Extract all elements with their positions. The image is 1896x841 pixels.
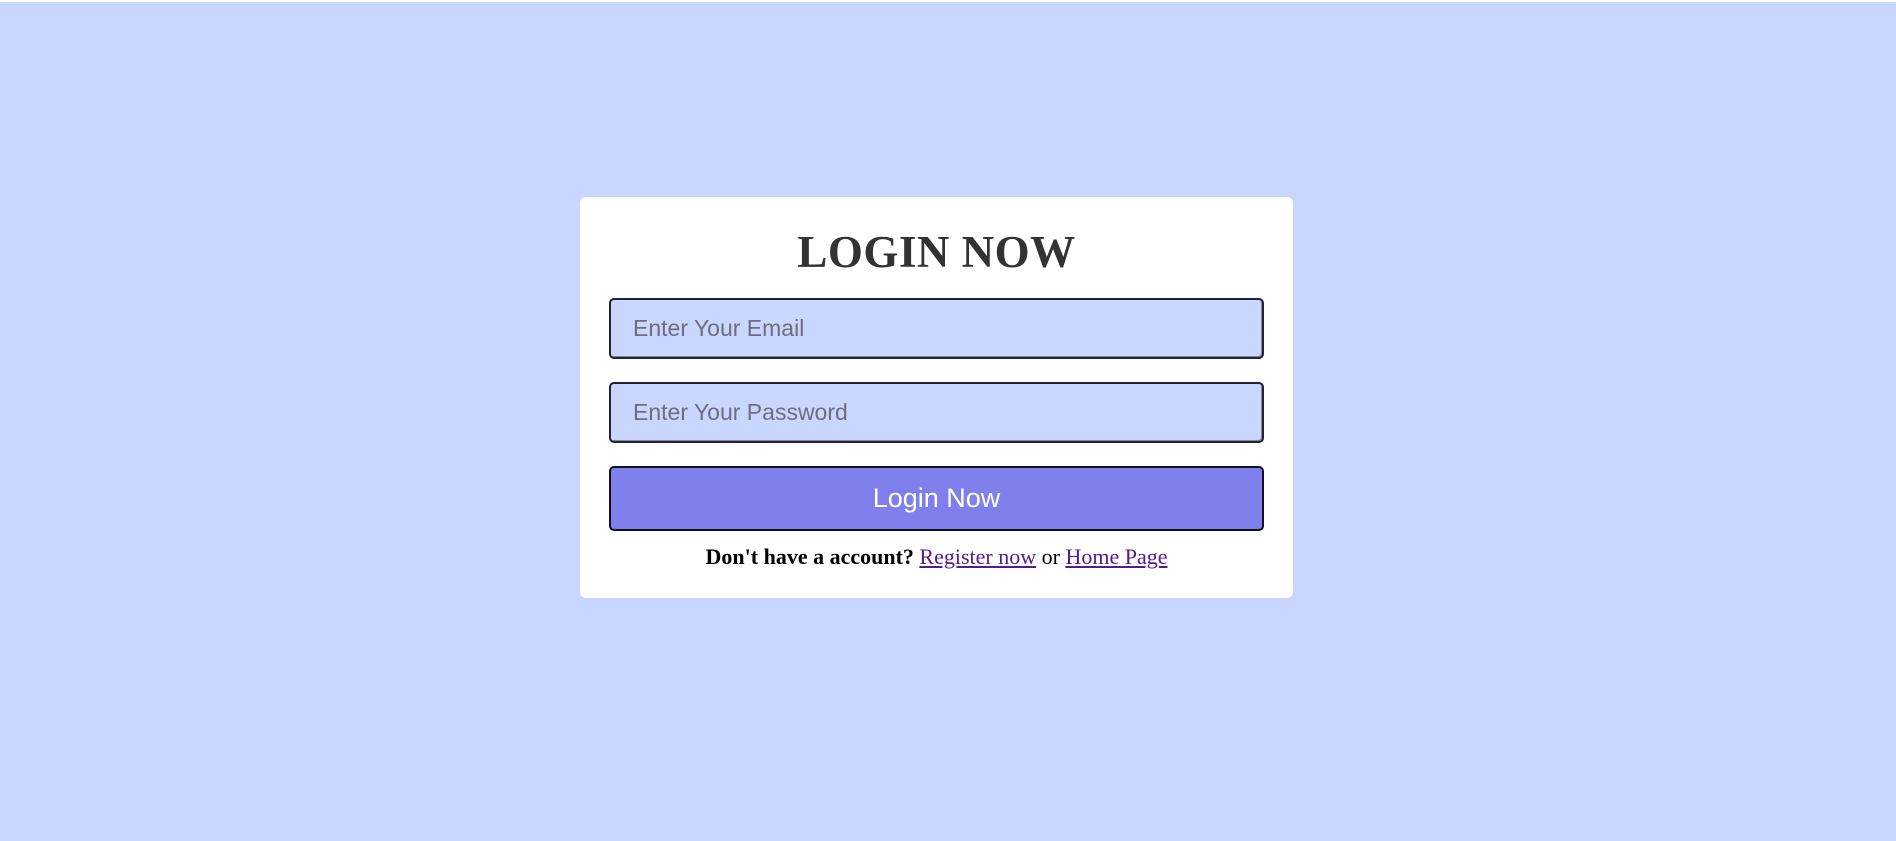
email-input[interactable] — [609, 298, 1264, 359]
no-account-question: Don't have a account? — [705, 544, 914, 569]
or-separator: or — [1041, 544, 1060, 569]
home-page-link[interactable]: Home Page — [1065, 544, 1167, 569]
password-input[interactable] — [609, 382, 1264, 443]
login-submit-button[interactable]: Login Now — [609, 466, 1264, 531]
login-card: LOGIN NOW Login Now Don't have a account… — [580, 197, 1293, 598]
top-edge-strip — [0, 0, 1896, 2]
register-prompt: Don't have a account? Register now or Ho… — [609, 542, 1264, 572]
login-title: LOGIN NOW — [797, 227, 1076, 277]
register-link[interactable]: Register now — [919, 544, 1036, 569]
